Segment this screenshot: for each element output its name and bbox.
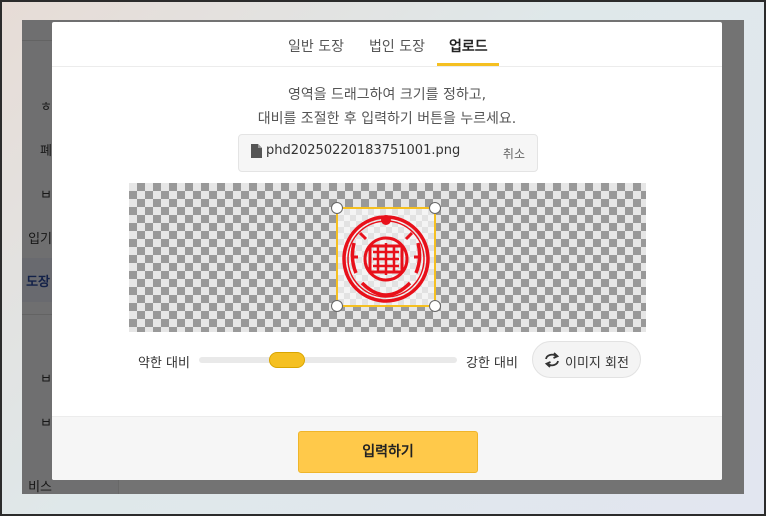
tab-general-stamp[interactable]: 일반 도장 [288,36,344,56]
instruction-line-2: 대비를 조절한 후 입력하기 버튼을 누르세요. [257,111,517,127]
file-name: phd20250220183751001.png [266,143,461,158]
rotate-image-label: 이미지 회전 [565,356,629,371]
cancel-file-button[interactable]: 취소 [503,145,525,162]
crop-handle-bottom-right[interactable] [429,300,441,312]
contrast-slider[interactable] [199,352,457,368]
instruction-line-1: 영역을 드래그하여 크기를 정하고, [287,87,487,103]
file-icon [251,144,262,158]
stamp-upload-modal: 일반 도장 법인 도장 업로드 영역을 드래그하여 크기를 정하고, 대비를 조… [52,22,722,480]
stamp-tabs: 일반 도장 법인 도장 업로드 [52,22,722,67]
active-tab-indicator [437,63,499,66]
contrast-slider-thumb[interactable] [268,352,305,368]
crop-handle-top-left[interactable] [331,202,343,214]
rotate-image-button[interactable]: 이미지 회전 [532,341,641,378]
stamp-image [342,215,430,303]
tab-corporate-stamp[interactable]: 법인 도장 [369,36,425,56]
window-frame-left [0,0,2,516]
crop-selection[interactable] [331,202,441,312]
tab-upload[interactable]: 업로드 [449,36,488,56]
selected-file: phd20250220183751001.png 취소 [238,134,538,172]
submit-button[interactable]: 입력하기 [298,431,478,473]
crop-handle-top-right[interactable] [429,202,441,214]
weak-contrast-label: 약한 대비 [138,356,190,371]
rotate-icon [544,352,560,368]
window-frame-top [0,0,766,2]
strong-contrast-label: 강한 대비 [466,356,518,371]
submit-label: 입력하기 [362,444,414,460]
modal-footer: 입력하기 [52,416,722,480]
crop-canvas[interactable] [129,183,646,332]
crop-handle-bottom-left[interactable] [331,300,343,312]
